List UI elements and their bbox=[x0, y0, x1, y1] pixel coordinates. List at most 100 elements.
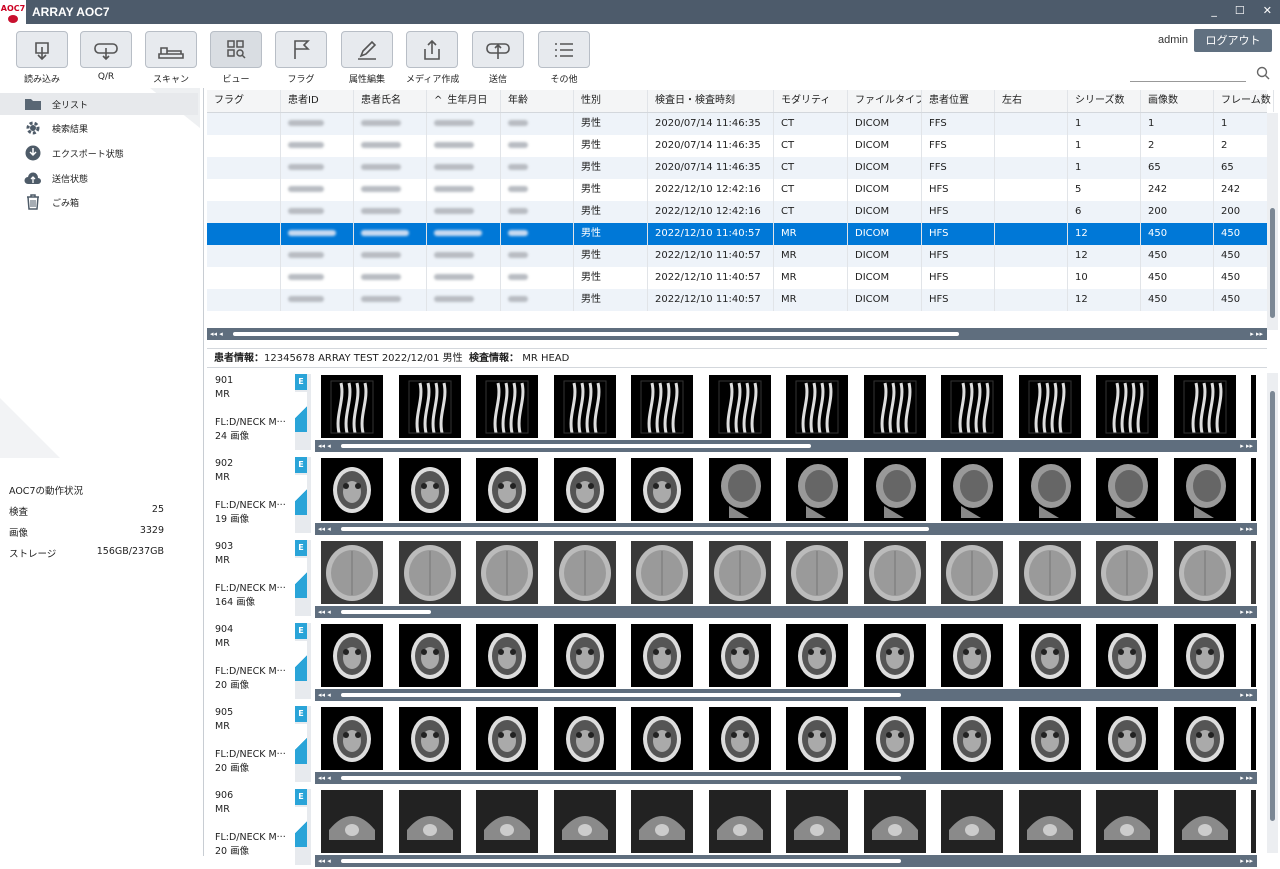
image-thumbnail[interactable] bbox=[708, 707, 771, 770]
image-thumbnail[interactable] bbox=[863, 458, 926, 521]
qr-button[interactable]: Q/R bbox=[80, 31, 132, 85]
search-icon[interactable] bbox=[1256, 66, 1270, 80]
thumbnail-scrollbar[interactable]: ◂◂ ◂ ▸ ▸▸ bbox=[315, 606, 1257, 618]
image-thumbnail[interactable] bbox=[786, 707, 848, 770]
logout-button[interactable]: ログアウト bbox=[1194, 29, 1272, 52]
image-thumbnail[interactable] bbox=[1173, 707, 1236, 770]
column-header[interactable]: 患者ID bbox=[281, 90, 354, 112]
sidebar-item-send-status[interactable]: 送信状態 bbox=[0, 167, 198, 189]
series-row[interactable]: 903 MR FL:D/NECK M··· 164 画像 E ◂◂ ◂ ▸ ▸▸ bbox=[207, 538, 1262, 620]
image-thumbnail[interactable] bbox=[863, 541, 926, 604]
image-thumbnail[interactable] bbox=[1251, 458, 1256, 521]
image-thumbnail[interactable] bbox=[476, 624, 538, 687]
image-thumbnail[interactable] bbox=[1096, 790, 1158, 853]
column-header[interactable]: 左右 bbox=[995, 90, 1068, 112]
column-header[interactable]: 患者位置 bbox=[922, 90, 995, 112]
image-thumbnail[interactable] bbox=[553, 458, 616, 521]
thumbnail-scrollbar[interactable]: ◂◂ ◂ ▸ ▸▸ bbox=[315, 772, 1257, 784]
image-thumbnail[interactable] bbox=[398, 541, 461, 604]
image-thumbnail[interactable] bbox=[553, 541, 616, 604]
sidebar-item-search-results[interactable]: 検索結果 bbox=[0, 117, 198, 139]
image-thumbnail[interactable] bbox=[786, 790, 848, 853]
image-thumbnail[interactable] bbox=[1018, 541, 1081, 604]
flag-button[interactable]: フラグ bbox=[275, 31, 327, 85]
image-thumbnail[interactable] bbox=[631, 624, 693, 687]
other-button[interactable]: その他 bbox=[538, 31, 590, 85]
image-thumbnail[interactable] bbox=[786, 375, 848, 438]
series-row[interactable]: 902 MR FL:D/NECK M··· 19 画像 E ◂◂ ◂ ▸ ▸▸ bbox=[207, 455, 1262, 537]
column-header[interactable]: 患者氏名 bbox=[354, 90, 427, 112]
series-row[interactable]: 901 MR FL:D/NECK M··· 24 画像 E ◂◂ ◂ ▸ ▸▸ bbox=[207, 372, 1262, 454]
edit-attributes-button[interactable]: 属性編集 bbox=[341, 31, 393, 85]
image-thumbnail[interactable] bbox=[708, 375, 771, 438]
image-thumbnail[interactable] bbox=[398, 707, 461, 770]
image-thumbnail[interactable] bbox=[476, 790, 538, 853]
image-thumbnail[interactable] bbox=[708, 790, 771, 853]
image-thumbnail[interactable] bbox=[1096, 375, 1158, 438]
column-header[interactable]: フラグ bbox=[207, 90, 281, 112]
image-thumbnail[interactable] bbox=[786, 624, 848, 687]
image-thumbnail[interactable] bbox=[398, 375, 461, 438]
image-thumbnail[interactable] bbox=[941, 624, 1003, 687]
sidebar-item-trash[interactable]: ごみ箱 bbox=[0, 191, 198, 213]
image-thumbnail[interactable] bbox=[1173, 790, 1236, 853]
image-thumbnail[interactable] bbox=[1173, 458, 1236, 521]
image-thumbnail[interactable] bbox=[1096, 707, 1158, 770]
image-thumbnail[interactable] bbox=[941, 375, 1003, 438]
image-thumbnail[interactable] bbox=[553, 624, 616, 687]
image-thumbnail[interactable] bbox=[1173, 624, 1236, 687]
image-thumbnail[interactable] bbox=[1173, 541, 1236, 604]
series-vertical-scrollbar[interactable] bbox=[1267, 373, 1278, 853]
image-thumbnail[interactable] bbox=[1018, 458, 1081, 521]
image-thumbnail[interactable] bbox=[1096, 458, 1158, 521]
image-thumbnail[interactable] bbox=[1018, 624, 1081, 687]
column-header[interactable]: ^ 生年月日 bbox=[427, 90, 501, 112]
column-header[interactable]: 検査日・検査時刻 bbox=[648, 90, 774, 112]
image-thumbnail[interactable] bbox=[708, 458, 771, 521]
send-button[interactable]: 送信 bbox=[472, 31, 524, 85]
image-thumbnail[interactable] bbox=[321, 790, 383, 853]
image-thumbnail[interactable] bbox=[1018, 790, 1081, 853]
image-thumbnail[interactable] bbox=[321, 624, 383, 687]
image-thumbnail[interactable] bbox=[631, 375, 693, 438]
table-row[interactable]: 男性 2022/12/10 11:40:57 MR DICOM HFS 10 450 450 bbox=[207, 267, 1274, 289]
image-thumbnail[interactable] bbox=[321, 707, 383, 770]
image-thumbnail[interactable] bbox=[631, 790, 693, 853]
image-thumbnail[interactable] bbox=[1096, 624, 1158, 687]
image-thumbnail[interactable] bbox=[1251, 790, 1256, 853]
table-row[interactable]: 男性 2022/12/10 11:40:57 MR DICOM HFS 12 450 450 bbox=[207, 223, 1274, 245]
image-thumbnail[interactable] bbox=[553, 375, 616, 438]
grid-horizontal-scrollbar[interactable]: ◂◂ ◂ ▸ ▸▸ bbox=[207, 328, 1267, 340]
image-thumbnail[interactable] bbox=[708, 541, 771, 604]
image-thumbnail[interactable] bbox=[786, 541, 848, 604]
table-row[interactable]: 男性 2020/07/14 11:46:35 CT DICOM FFS 1 2 2 bbox=[207, 135, 1274, 157]
minimize-button[interactable]: _ bbox=[1211, 4, 1217, 17]
image-thumbnail[interactable] bbox=[553, 707, 616, 770]
image-thumbnail[interactable] bbox=[1096, 541, 1158, 604]
series-row[interactable]: 906 MR FL:D/NECK M··· 20 画像 E ◂◂ ◂ ▸ ▸▸ bbox=[207, 787, 1262, 869]
image-thumbnail[interactable] bbox=[1018, 375, 1081, 438]
scan-button[interactable]: スキャン bbox=[145, 31, 197, 85]
image-thumbnail[interactable] bbox=[321, 541, 383, 604]
thumbnail-scrollbar[interactable]: ◂◂ ◂ ▸ ▸▸ bbox=[315, 440, 1257, 452]
image-thumbnail[interactable] bbox=[941, 458, 1003, 521]
column-header[interactable]: ファイルタイプ bbox=[848, 90, 922, 112]
thumbnail-scrollbar[interactable]: ◂◂ ◂ ▸ ▸▸ bbox=[315, 689, 1257, 701]
image-thumbnail[interactable] bbox=[476, 541, 538, 604]
table-row[interactable]: 男性 2022/12/10 12:42:16 CT DICOM HFS 6 200 200 bbox=[207, 201, 1274, 223]
image-thumbnail[interactable] bbox=[1251, 707, 1256, 770]
image-thumbnail[interactable] bbox=[941, 790, 1003, 853]
column-header[interactable]: 性別 bbox=[574, 90, 648, 112]
import-button[interactable]: 読み込み bbox=[16, 31, 68, 85]
image-thumbnail[interactable] bbox=[863, 624, 926, 687]
thumbnail-scrollbar[interactable]: ◂◂ ◂ ▸ ▸▸ bbox=[315, 855, 1257, 867]
table-row[interactable]: 男性 2020/07/14 11:46:35 CT DICOM FFS 1 65 65 bbox=[207, 157, 1274, 179]
image-thumbnail[interactable] bbox=[631, 707, 693, 770]
image-thumbnail[interactable] bbox=[786, 458, 848, 521]
image-thumbnail[interactable] bbox=[863, 790, 926, 853]
column-header[interactable]: 年齢 bbox=[501, 90, 574, 112]
close-button[interactable]: ✕ bbox=[1263, 4, 1272, 17]
table-row[interactable]: 男性 2022/12/10 12:42:16 CT DICOM HFS 5 242 242 bbox=[207, 179, 1274, 201]
image-thumbnail[interactable] bbox=[476, 458, 538, 521]
table-row[interactable]: 男性 2022/12/10 11:40:57 MR DICOM HFS 12 450 450 bbox=[207, 289, 1274, 311]
